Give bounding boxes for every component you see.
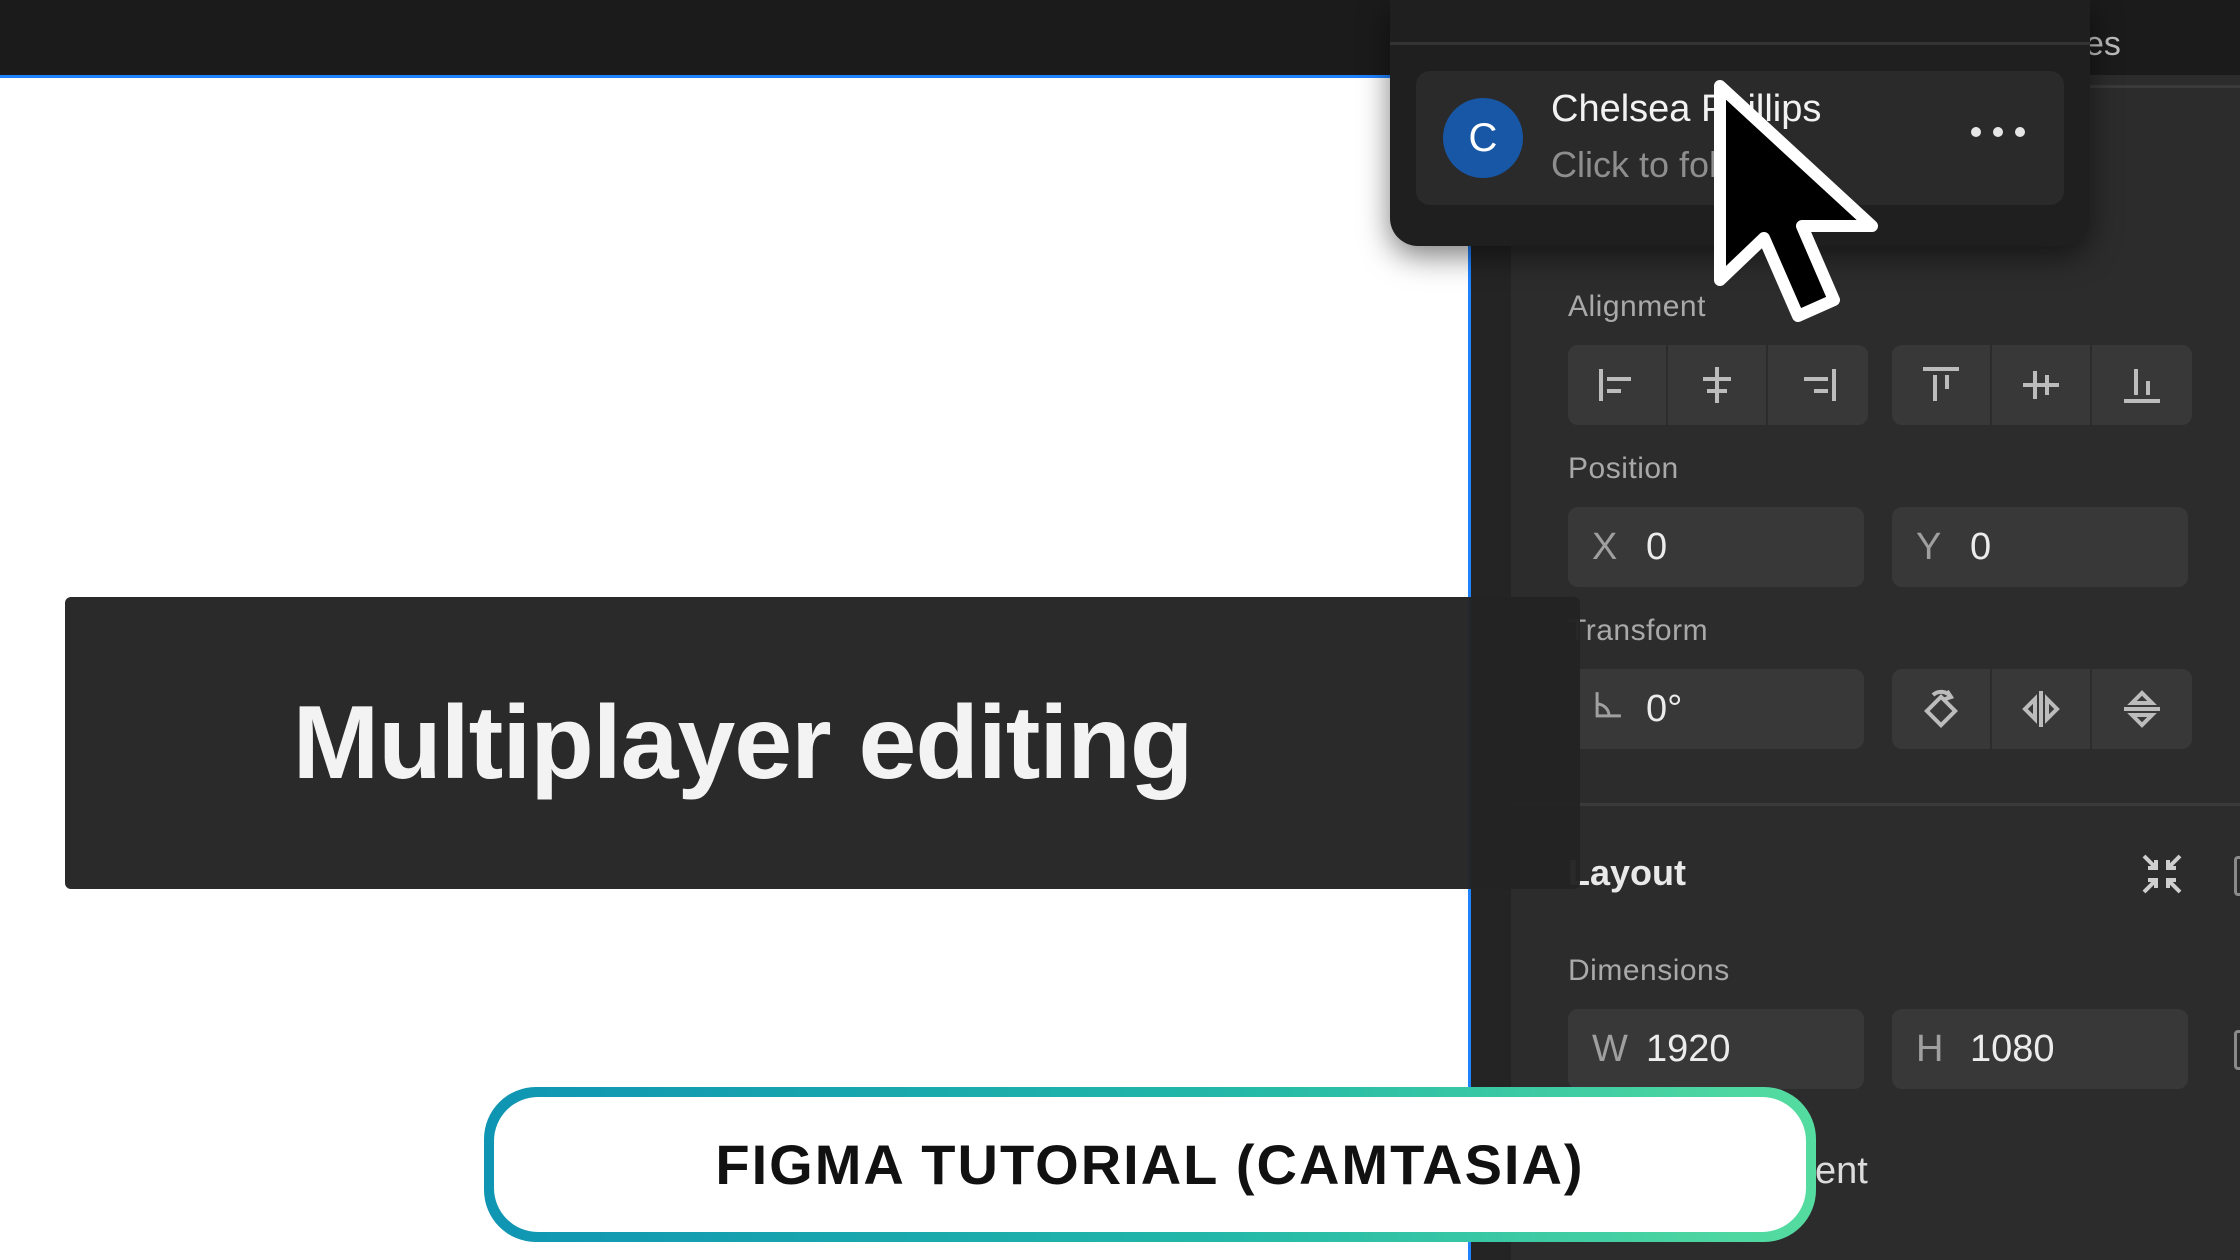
w-value: 1920	[1646, 1027, 1731, 1070]
flip-vertical-icon[interactable]	[2092, 669, 2192, 749]
collapse-icon[interactable]	[2138, 850, 2186, 898]
align-left-icon[interactable]	[1568, 345, 1668, 425]
y-label: Y	[1916, 525, 1942, 568]
panel-tab[interactable]: es	[2085, 25, 2121, 64]
width-field[interactable]: W 1920	[1568, 1009, 1864, 1089]
position-label: Position	[1568, 452, 1679, 485]
overlay-title: Multiplayer editing	[292, 684, 1194, 801]
title-overlay: Multiplayer editing	[65, 597, 1580, 889]
rotation-value: 0°	[1646, 687, 1683, 730]
avatar[interactable]: C	[1443, 98, 1523, 178]
align-bottom-icon[interactable]	[2092, 345, 2192, 425]
flip-horizontal-icon[interactable]	[1992, 669, 2092, 749]
x-value: 0	[1646, 525, 1668, 568]
align-horizontal-center-icon[interactable]	[1668, 345, 1768, 425]
position-y-field[interactable]: Y 0	[1892, 507, 2188, 587]
vertical-align-group	[1892, 345, 2192, 425]
h-value: 1080	[1970, 1027, 2055, 1070]
y-value: 0	[1970, 525, 1992, 568]
position-x-field[interactable]: X 0	[1568, 507, 1864, 587]
alignment-label: Alignment	[1568, 290, 1706, 323]
caption-inner: FIGMA TUTORIAL (CAMTASIA)	[494, 1097, 1806, 1232]
section-divider	[1511, 803, 2240, 806]
height-field[interactable]: H 1080	[1892, 1009, 2188, 1089]
layout-heading: Layout	[1568, 852, 1687, 893]
layout-option-icon[interactable]	[2234, 856, 2240, 896]
ellipsis-icon[interactable]	[1968, 125, 2028, 139]
dimensions-label: Dimensions	[1568, 954, 1730, 987]
caption-banner: FIGMA TUTORIAL (CAMTASIA)	[484, 1087, 1816, 1242]
align-right-icon[interactable]	[1768, 345, 1868, 425]
rotate-icon[interactable]	[1892, 669, 1992, 749]
align-top-icon[interactable]	[1892, 345, 1992, 425]
transform-actions-group	[1892, 669, 2192, 749]
transform-label: Transform	[1568, 614, 1709, 647]
x-label: X	[1592, 525, 1618, 568]
popup-divider	[1390, 42, 2090, 45]
align-vertical-center-icon[interactable]	[1992, 345, 2092, 425]
horizontal-align-group	[1568, 345, 1868, 425]
constrain-proportions-icon[interactable]	[2234, 1030, 2240, 1070]
h-label: H	[1916, 1027, 1944, 1070]
rotation-field[interactable]: 0°	[1568, 669, 1864, 749]
w-label: W	[1592, 1027, 1628, 1070]
mouse-cursor-icon	[1712, 80, 1890, 330]
partial-section-label: ent	[1815, 1150, 1868, 1192]
caption-text: FIGMA TUTORIAL (CAMTASIA)	[715, 1133, 1585, 1196]
angle-icon	[1592, 687, 1646, 731]
